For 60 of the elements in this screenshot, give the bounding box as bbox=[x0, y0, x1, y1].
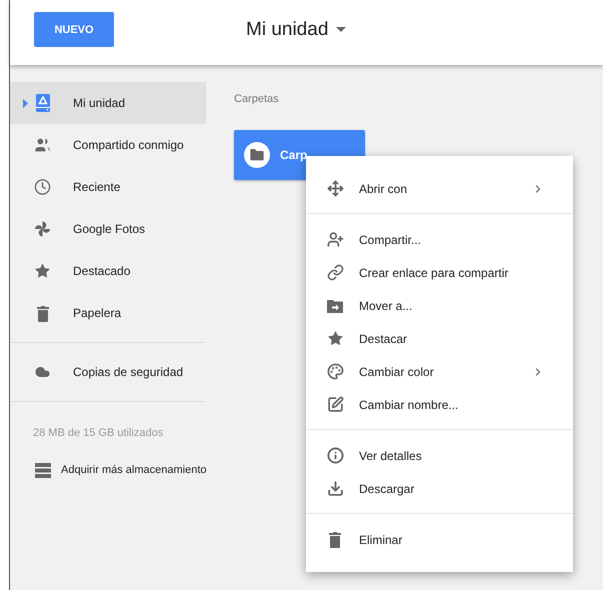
menu-item-label: Descargar bbox=[359, 482, 414, 496]
menu-item[interactable]: Crear enlace para compartir bbox=[306, 256, 573, 289]
star-icon bbox=[326, 330, 344, 347]
menu-item[interactable]: Destacar bbox=[306, 322, 573, 355]
storage-usage-text: 28 MB de 15 GB utilizados bbox=[33, 427, 164, 439]
buy-storage-link[interactable]: Adquirir más almacenamiento bbox=[10, 449, 209, 491]
menu-item[interactable]: Compartir... bbox=[306, 223, 573, 256]
sidebar-item[interactable]: Reciente bbox=[10, 166, 206, 208]
menu-item-label: Destacar bbox=[359, 332, 408, 346]
menu-item-label: Ver detalles bbox=[359, 448, 422, 462]
clock-icon bbox=[34, 178, 51, 196]
menu-item[interactable]: Descargar bbox=[306, 472, 573, 505]
drive-title-dropdown[interactable]: Mi unidad bbox=[246, 18, 346, 40]
sidebar-item[interactable]: Mi unidad bbox=[10, 82, 206, 124]
star-icon bbox=[34, 262, 51, 280]
link-icon bbox=[326, 264, 344, 281]
menu-item-label: Cambiar nombre... bbox=[359, 398, 458, 412]
palette-icon bbox=[326, 363, 344, 380]
folder-icon bbox=[249, 147, 265, 163]
menu-item[interactable]: Ver detalles bbox=[306, 439, 573, 472]
sidebar-item-label: Mi unidad bbox=[73, 96, 126, 110]
menu-item[interactable]: Eliminar bbox=[306, 523, 573, 556]
trash-icon bbox=[328, 531, 342, 548]
sidebar-item[interactable]: Copias de seguridad bbox=[10, 351, 206, 393]
download-icon bbox=[326, 480, 344, 497]
storage-icon bbox=[34, 462, 50, 478]
expand-arrow-icon[interactable] bbox=[23, 98, 28, 108]
section-title: Carpetas bbox=[234, 93, 279, 105]
menu-item-label: Eliminar bbox=[359, 532, 402, 546]
menu-item-label: Cambiar color bbox=[359, 364, 434, 378]
pencil-square-icon bbox=[326, 396, 344, 413]
sidebar-item-label: Copias de seguridad bbox=[73, 365, 184, 379]
menu-item[interactable]: Mover a... bbox=[306, 289, 573, 322]
sidebar-item-label: Google Fotos bbox=[73, 222, 146, 236]
sidebar-item-label: Compartido conmigo bbox=[73, 138, 184, 152]
move-arrows-icon bbox=[326, 180, 344, 197]
drive-icon bbox=[36, 94, 50, 112]
menu-item-label: Crear enlace para compartir bbox=[359, 266, 508, 280]
folder-arrow-icon bbox=[327, 298, 343, 312]
sidebar-item[interactable]: Papelera bbox=[10, 292, 206, 334]
sidebar-item-label: Destacado bbox=[73, 264, 130, 278]
menu-item-label: Abrir con bbox=[359, 182, 408, 196]
person-add-icon bbox=[326, 231, 344, 248]
caret-icon bbox=[336, 27, 346, 32]
people-icon bbox=[34, 136, 51, 154]
sidebar-item-label: Papelera bbox=[73, 306, 122, 320]
info-icon bbox=[326, 447, 344, 464]
sidebar-item[interactable]: Destacado bbox=[10, 250, 206, 292]
menu-item[interactable]: Cambiar nombre... bbox=[306, 388, 573, 421]
new-button[interactable]: NUEVO bbox=[34, 12, 114, 47]
menu-item-label: Mover a... bbox=[359, 298, 412, 312]
sidebar-item[interactable]: Google Fotos bbox=[10, 208, 206, 250]
sidebar-item[interactable]: Compartido conmigo bbox=[10, 124, 206, 166]
menu-item-label: Compartir... bbox=[359, 232, 422, 246]
pinwheel-icon bbox=[34, 220, 51, 238]
menu-item[interactable]: Cambiar color bbox=[306, 355, 573, 388]
trash-icon bbox=[36, 304, 50, 322]
sidebar-item-label: Reciente bbox=[73, 180, 120, 194]
folder-name: Carp bbox=[280, 148, 308, 162]
buy-storage-label: Adquirir más almacenamiento bbox=[61, 464, 207, 476]
